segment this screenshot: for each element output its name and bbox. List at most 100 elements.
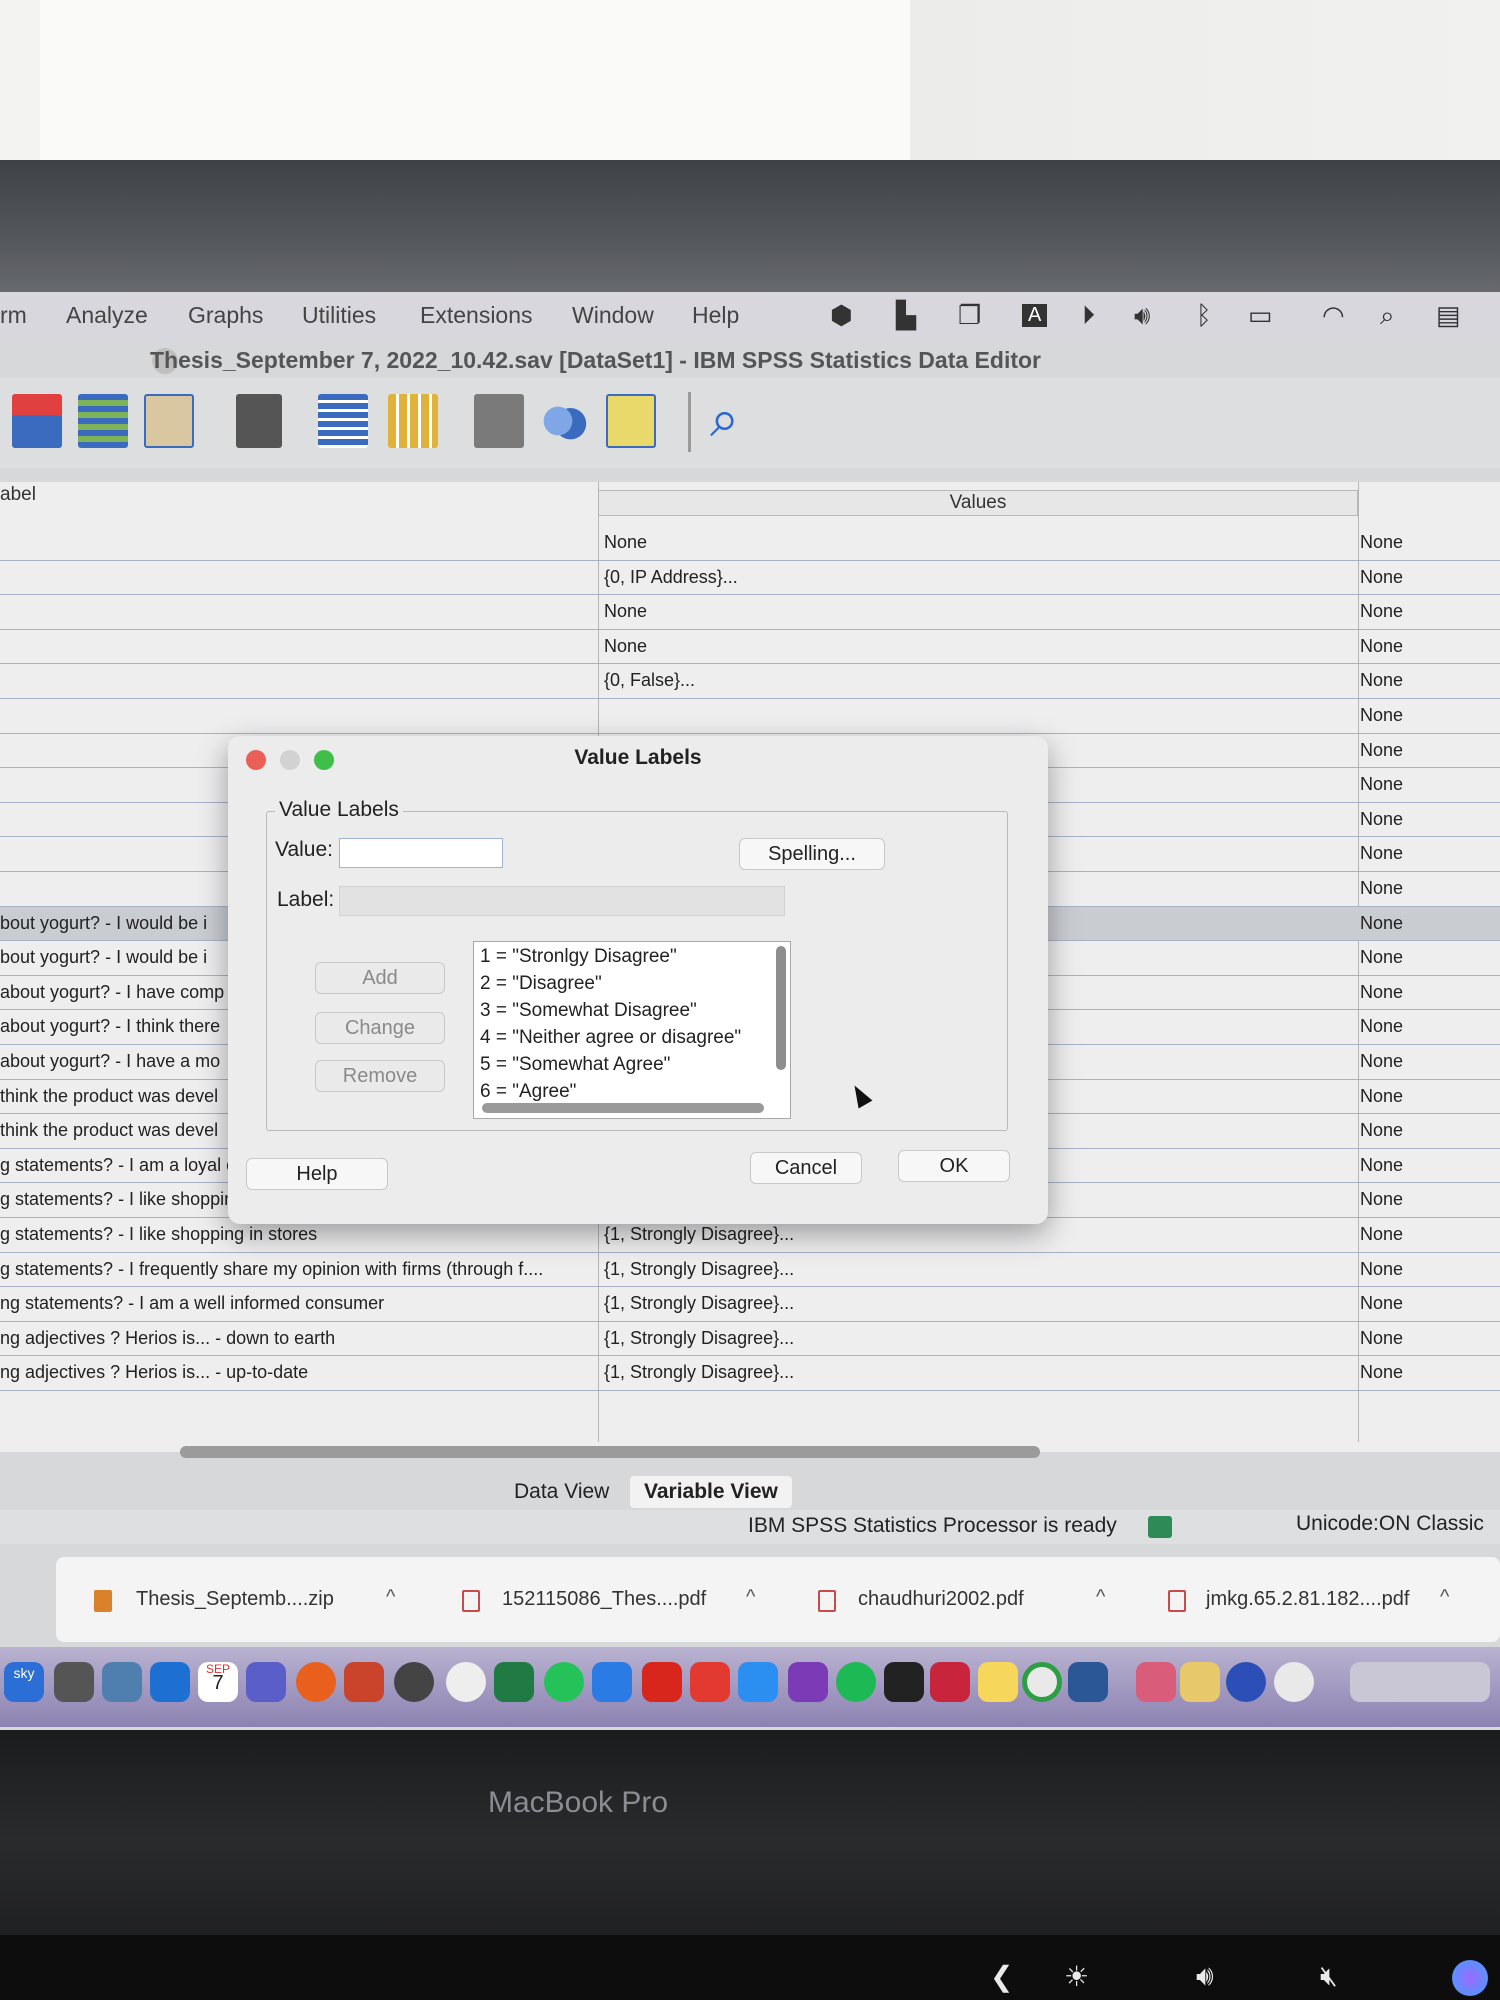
horizontal-scrollbar[interactable] [180, 1446, 1040, 1458]
values-cell[interactable]: {1, Strongly Disagree}... [604, 1259, 794, 1280]
split-file-icon[interactable] [474, 394, 524, 448]
value-labels-list[interactable]: 1 = "Stronlgy Disagree" 2 = "Disagree" 3 =… [473, 941, 791, 1119]
chevron-left-icon[interactable]: ❮ [990, 1960, 1013, 1993]
list-item[interactable]: 1 = "Stronlgy Disagree" [480, 946, 677, 968]
spss-app-icon[interactable] [884, 1662, 924, 1702]
sky-app-icon[interactable]: sky [4, 1662, 44, 1702]
tasks-app-icon[interactable] [592, 1662, 632, 1702]
import-data-icon[interactable] [12, 394, 62, 448]
calendar-app-icon[interactable]: SEP 7 [198, 1662, 238, 1702]
menu-extensions[interactable]: Extensions [420, 302, 533, 329]
onenote-app-icon[interactable] [788, 1662, 828, 1702]
label-cell[interactable]: g statements? - I am a loyal co [0, 1155, 245, 1176]
table-row[interactable]: {0, IP Address}... None [0, 561, 1500, 596]
missing-cell[interactable]: None [1360, 947, 1403, 968]
missing-cell[interactable]: None [1360, 1328, 1403, 1349]
brightness-icon[interactable]: ☀ [1064, 1960, 1089, 1993]
missing-cell[interactable]: None [1360, 740, 1403, 761]
tab-variable-view[interactable]: Variable View [630, 1476, 792, 1508]
missing-cell[interactable]: None [1360, 913, 1403, 934]
chevron-up-icon[interactable]: ^ [386, 1586, 395, 1609]
table-row[interactable]: ng adjectives ? Herios is... - down to e… [0, 1322, 1500, 1357]
table-row[interactable]: None None [0, 526, 1500, 561]
values-cell[interactable]: {1, Strongly Disagree}... [604, 1293, 794, 1314]
download-item[interactable]: chaudhuri2002.pdf [858, 1588, 1024, 1611]
bluetooth-icon[interactable]: ᛒ [1196, 300, 1212, 331]
battery-icon[interactable]: ▭ [1248, 300, 1273, 331]
values-cell[interactable]: None [604, 636, 647, 657]
select-cases-icon[interactable] [538, 394, 588, 448]
mute-icon[interactable]: 🔇︎ [1320, 1960, 1338, 1993]
spotify-app-icon[interactable] [836, 1662, 876, 1702]
values-cell[interactable]: {1, Strongly Disagree}... [604, 1224, 794, 1245]
menu-analyze[interactable]: Analyze [66, 302, 148, 329]
volume-icon[interactable]: 🔊︎ [1134, 300, 1150, 332]
missing-cell[interactable]: None [1360, 1155, 1403, 1176]
add-button[interactable]: Add [315, 962, 445, 994]
label-cell[interactable]: bout yogurt? - I would be i [0, 947, 207, 968]
layout-icon[interactable]: ▙ [896, 300, 916, 331]
chrome-profile-app-icon[interactable] [1274, 1662, 1314, 1702]
table-row[interactable]: {0, False}... None [0, 664, 1500, 699]
label-cell[interactable]: ng statements? - I am a well informed co… [0, 1293, 384, 1314]
word-app-icon[interactable] [1068, 1662, 1108, 1702]
missing-cell[interactable]: None [1360, 532, 1403, 553]
values-cell[interactable]: {1, Strongly Disagree}... [604, 1362, 794, 1383]
missing-cell[interactable]: None [1360, 1362, 1403, 1383]
siri-icon[interactable] [1452, 1960, 1488, 1996]
chrome-app-icon[interactable] [1022, 1662, 1062, 1702]
insert-variable-icon[interactable] [388, 394, 438, 448]
camera-app-icon[interactable] [394, 1662, 434, 1702]
missing-cell[interactable]: None [1360, 567, 1403, 588]
remove-button[interactable]: Remove [315, 1060, 445, 1092]
ok-button[interactable]: OK [898, 1150, 1010, 1182]
table-row[interactable]: g statements? - I frequently share my op… [0, 1253, 1500, 1288]
values-cell[interactable]: None [604, 532, 647, 553]
missing-cell[interactable]: None [1360, 1016, 1403, 1037]
spotlight-search-icon[interactable]: ⌕ [1380, 300, 1395, 332]
missing-cell[interactable]: None [1360, 774, 1403, 795]
volume-icon[interactable]: 🔊︎ [1196, 1960, 1214, 1993]
missing-cell[interactable]: None [1360, 809, 1403, 830]
play-icon[interactable]: ⏵ [1082, 300, 1095, 332]
control-center-icon[interactable]: ▤ [1436, 300, 1461, 331]
missing-cell[interactable]: None [1360, 705, 1403, 726]
missing-cell[interactable]: None [1360, 1051, 1403, 1072]
powerpoint-app-icon[interactable] [344, 1662, 384, 1702]
variables-icon[interactable] [78, 394, 128, 448]
label-cell[interactable]: about yogurt? - I have a mo [0, 1051, 220, 1072]
menu-window[interactable]: Window [572, 302, 654, 329]
values-column-header[interactable]: Values [598, 490, 1358, 516]
acrobat-app-icon[interactable] [642, 1662, 682, 1702]
recent-windows-icon[interactable] [1350, 1662, 1490, 1702]
label-input[interactable] [339, 886, 785, 916]
use-sets-icon[interactable] [606, 394, 656, 448]
missing-cell[interactable]: None [1360, 670, 1403, 691]
values-cell[interactable]: None [604, 601, 647, 622]
whatsapp-app-icon[interactable] [544, 1662, 584, 1702]
missing-cell[interactable]: None [1360, 1259, 1403, 1280]
window-icon[interactable]: ❐ [958, 300, 981, 331]
value-input[interactable] [339, 838, 503, 868]
spelling-button[interactable]: Spelling... [739, 838, 885, 870]
label-cell[interactable]: about yogurt? - I think there [0, 1016, 220, 1037]
help-button[interactable]: Help [246, 1158, 388, 1190]
excel-app-icon[interactable] [494, 1662, 534, 1702]
values-cell[interactable]: {0, IP Address}... [604, 567, 738, 588]
table-row[interactable]: ng statements? - I am a well informed co… [0, 1287, 1500, 1322]
missing-cell[interactable]: None [1360, 843, 1403, 864]
missing-cell[interactable]: None [1360, 1086, 1403, 1107]
label-column-header[interactable]: abel [0, 484, 36, 506]
label-cell[interactable]: think the product was devel [0, 1086, 218, 1107]
insert-cases-icon[interactable] [318, 394, 368, 448]
list-item[interactable]: 6 = "Agree" [480, 1081, 576, 1103]
menu-help[interactable]: Help [692, 302, 739, 329]
photo-booth-app-icon[interactable] [1136, 1662, 1176, 1702]
mendeley-app-icon[interactable] [930, 1662, 970, 1702]
list-item[interactable]: 5 = "Somewhat Agree" [480, 1054, 670, 1076]
chevron-up-icon[interactable]: ^ [746, 1586, 755, 1609]
table-row[interactable]: None None [0, 595, 1500, 630]
keyboard-a-icon[interactable]: A [1022, 304, 1048, 327]
menu-utilities[interactable]: Utilities [302, 302, 376, 329]
find-binoculars-icon[interactable] [236, 394, 282, 448]
